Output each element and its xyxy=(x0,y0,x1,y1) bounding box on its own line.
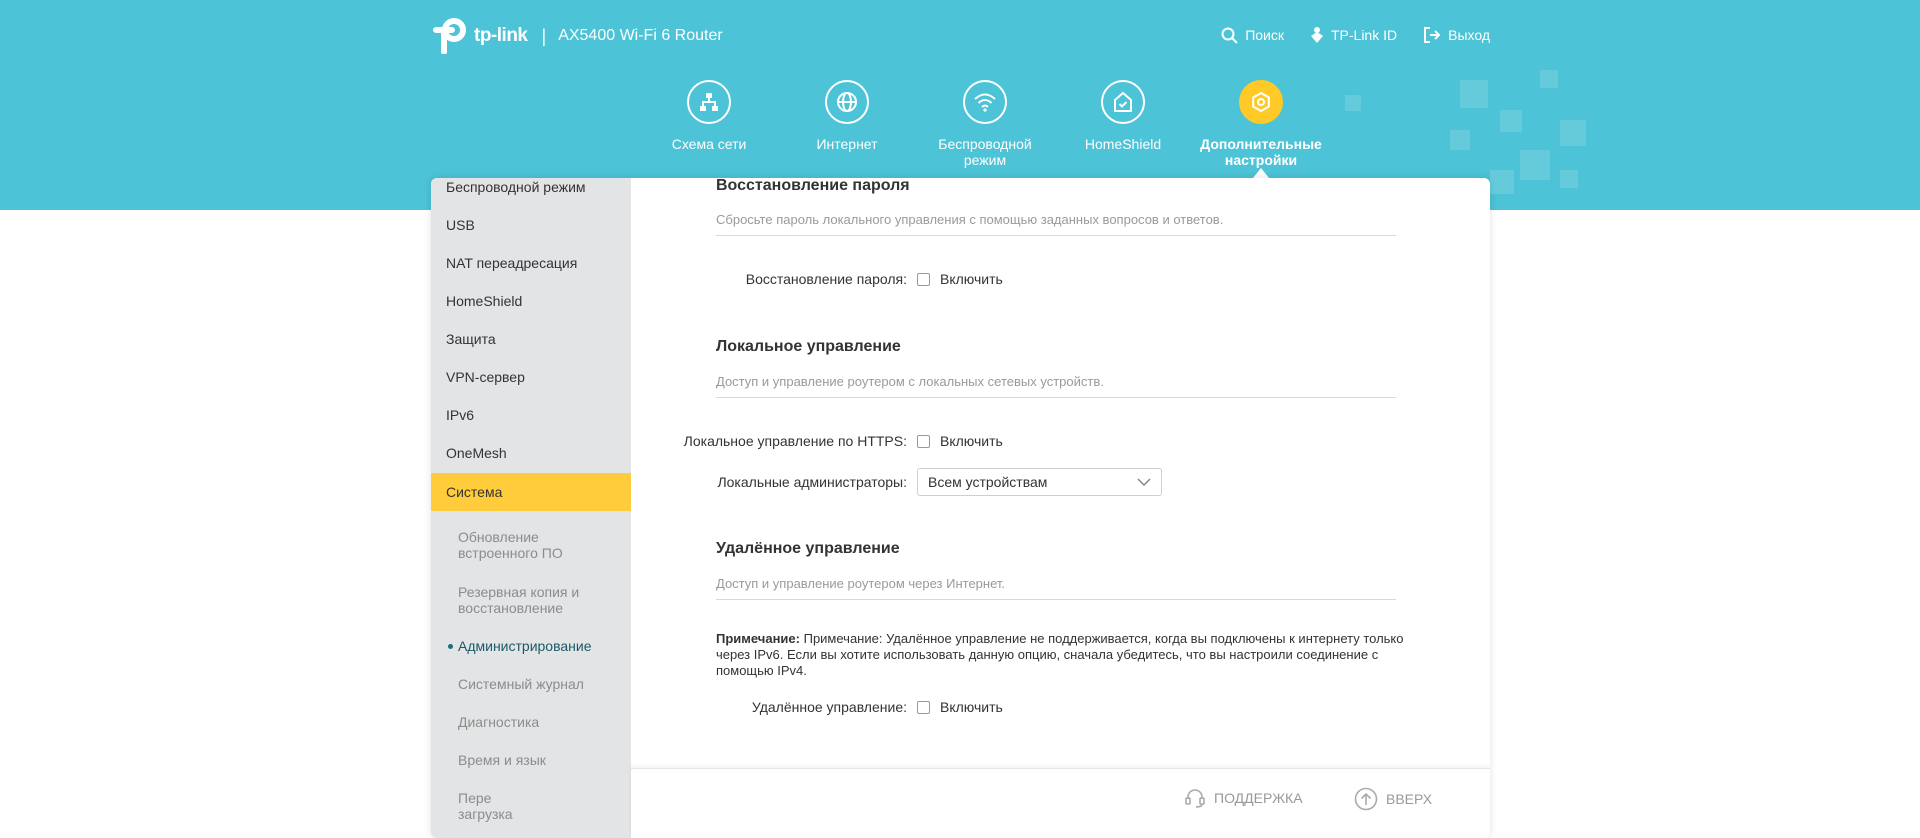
password-recovery-checkbox[interactable] xyxy=(917,272,930,286)
remote-management-label: Удалённое управление: xyxy=(751,699,907,715)
local-https-enable-label[interactable]: Включить xyxy=(940,433,1003,449)
local-https-checkbox[interactable] xyxy=(917,434,930,448)
search-link[interactable]: Поиск xyxy=(1221,26,1284,44)
nav-advanced-label: Дополнительные настройки xyxy=(1200,136,1322,168)
tplink-id-link[interactable]: TP-Link ID xyxy=(1310,26,1397,44)
nav-advanced[interactable]: Дополнительные настройки xyxy=(1192,80,1330,178)
chevron-down-icon xyxy=(1137,478,1151,486)
local-https-label: Локальное управление по HTTPS: xyxy=(683,433,907,449)
remote-management-title: Удалённое управление xyxy=(716,540,900,557)
logout-icon xyxy=(1424,27,1441,43)
search-link-label: Поиск xyxy=(1245,27,1284,43)
nav-active-caret xyxy=(1253,168,1269,178)
brand-logo[interactable]: tp-link | AX5400 Wi-Fi 6 Router xyxy=(430,18,723,54)
back-to-top-link[interactable]: ВВЕРХ xyxy=(1354,787,1432,811)
local-https-row: Локальное управление по HTTPS: Включить xyxy=(631,429,1331,453)
sidebar-item-ipv6[interactable]: IPv6 xyxy=(431,396,631,434)
note-text: Примечание: Удалённое управление не подд… xyxy=(716,631,1404,678)
wifi-icon xyxy=(974,93,996,112)
sidebar-item-onemesh[interactable]: OneMesh xyxy=(431,434,631,472)
note-prefix: Примечание: xyxy=(716,631,800,646)
local-admins-value: Всем устройствам xyxy=(928,474,1048,490)
nav-network-map[interactable]: Схема сети xyxy=(640,80,778,168)
logout-link[interactable]: Выход xyxy=(1423,26,1490,44)
sidebar-item-vpn[interactable]: VPN-сервер xyxy=(431,358,631,396)
remote-management-desc: Доступ и управление роутером через Интер… xyxy=(716,576,1396,600)
sidebar-sub-diagnostics[interactable]: Диагностика xyxy=(458,714,618,730)
top-links: Поиск TP-Link ID Выход xyxy=(1221,26,1490,44)
nav-internet-label: Интернет xyxy=(816,136,878,152)
sidebar-item-wireless[interactable]: Беспроводной режим xyxy=(431,178,631,206)
nav-network-map-label: Схема сети xyxy=(671,136,747,152)
sidebar-sub-reboot[interactable]: Пере загрузка xyxy=(458,790,513,822)
nav-wireless-circle xyxy=(963,80,1007,124)
sidebar-item-system[interactable]: Система xyxy=(431,473,631,511)
tplink-id-label: TP-Link ID xyxy=(1330,27,1398,43)
password-recovery-row: Восстановление пароля: Включить xyxy=(631,267,1331,291)
sidebar-sub-firmware[interactable]: Обновление встроенного ПО xyxy=(458,529,618,561)
sidebar-sub-admin-label: Администрирование xyxy=(458,638,592,654)
nav-advanced-circle xyxy=(1239,80,1283,124)
network-map-icon xyxy=(700,93,718,111)
local-management-title: Локальное управление xyxy=(716,338,901,355)
brand-name: tp-link xyxy=(474,25,528,46)
password-recovery-title: Восстановление пароля xyxy=(716,178,910,194)
nav-homeshield[interactable]: HomeShield xyxy=(1054,80,1192,168)
remote-management-row: Удалённое управление: Включить xyxy=(631,695,1331,719)
local-admins-label: Локальные администраторы: xyxy=(717,474,907,490)
content-area: Восстановление пароля Сбросьте пароль ло… xyxy=(631,178,1490,838)
nav-network-map-circle xyxy=(687,80,731,124)
nav-homeshield-label: HomeShield xyxy=(1084,136,1162,152)
sidebar-item-nat[interactable]: NAT переадресация xyxy=(431,244,631,282)
sidebar-sub-syslog[interactable]: Системный журнал xyxy=(458,676,618,692)
search-icon xyxy=(1221,27,1238,44)
local-admins-select[interactable]: Всем устройствам xyxy=(917,468,1162,496)
nav-wireless-label: Беспроводной режим xyxy=(938,136,1032,168)
local-management-desc: Доступ и управление роутером с локальных… xyxy=(716,374,1396,398)
sidebar-item-homeshield[interactable]: HomeShield xyxy=(431,282,631,320)
globe-icon xyxy=(837,92,857,112)
remote-management-checkbox[interactable] xyxy=(917,700,930,714)
active-dot-icon xyxy=(448,644,453,649)
footer-bar: ПОДДЕРЖКА ВВЕРХ xyxy=(631,768,1490,838)
main-nav: Схема сети Интернет Беспроводной режим H… xyxy=(640,80,1330,178)
tplink-logo-icon xyxy=(433,18,466,54)
sidebar-sub-time-language[interactable]: Время и язык xyxy=(458,752,618,768)
support-link[interactable]: ПОДДЕРЖКА xyxy=(1184,787,1303,809)
remote-management-note: Примечание: Примечание: Удалённое управл… xyxy=(716,631,1406,679)
nav-wireless[interactable]: Беспроводной режим xyxy=(916,80,1054,168)
sidebar-item-security[interactable]: Защита xyxy=(431,320,631,358)
brand-separator: | xyxy=(541,25,547,46)
router-model: AX5400 Wi-Fi 6 Router xyxy=(558,27,723,44)
sidebar: Беспроводной режим USB NAT переадресация… xyxy=(431,178,631,838)
back-to-top-label: ВВЕРХ xyxy=(1386,791,1433,807)
nav-internet[interactable]: Интернет xyxy=(778,80,916,168)
sidebar-item-usb[interactable]: USB xyxy=(431,206,631,244)
headset-icon xyxy=(1185,789,1205,808)
sidebar-sub-backup[interactable]: Резервная копия и восстановление xyxy=(458,584,618,616)
password-recovery-label: Восстановление пароля: xyxy=(745,271,907,287)
advanced-gear-icon xyxy=(1252,91,1270,113)
nav-internet-circle xyxy=(825,80,869,124)
nav-homeshield-circle xyxy=(1101,80,1145,124)
password-recovery-enable-label[interactable]: Включить xyxy=(940,271,1003,287)
arrow-up-icon xyxy=(1354,787,1378,811)
logout-label: Выход xyxy=(1448,27,1490,43)
sidebar-sub-admin[interactable]: Администрирование xyxy=(448,638,618,654)
password-recovery-desc: Сбросьте пароль локального управления с … xyxy=(716,212,1396,236)
remote-management-enable-label[interactable]: Включить xyxy=(940,699,1003,715)
support-label: ПОДДЕРЖКА xyxy=(1214,790,1303,806)
local-admins-row: Локальные администраторы: Всем устройств… xyxy=(631,468,1331,496)
homeshield-icon xyxy=(1114,91,1132,112)
main-panel: Беспроводной режим USB NAT переадресация… xyxy=(431,178,1490,838)
tplink-id-icon xyxy=(1310,27,1323,43)
